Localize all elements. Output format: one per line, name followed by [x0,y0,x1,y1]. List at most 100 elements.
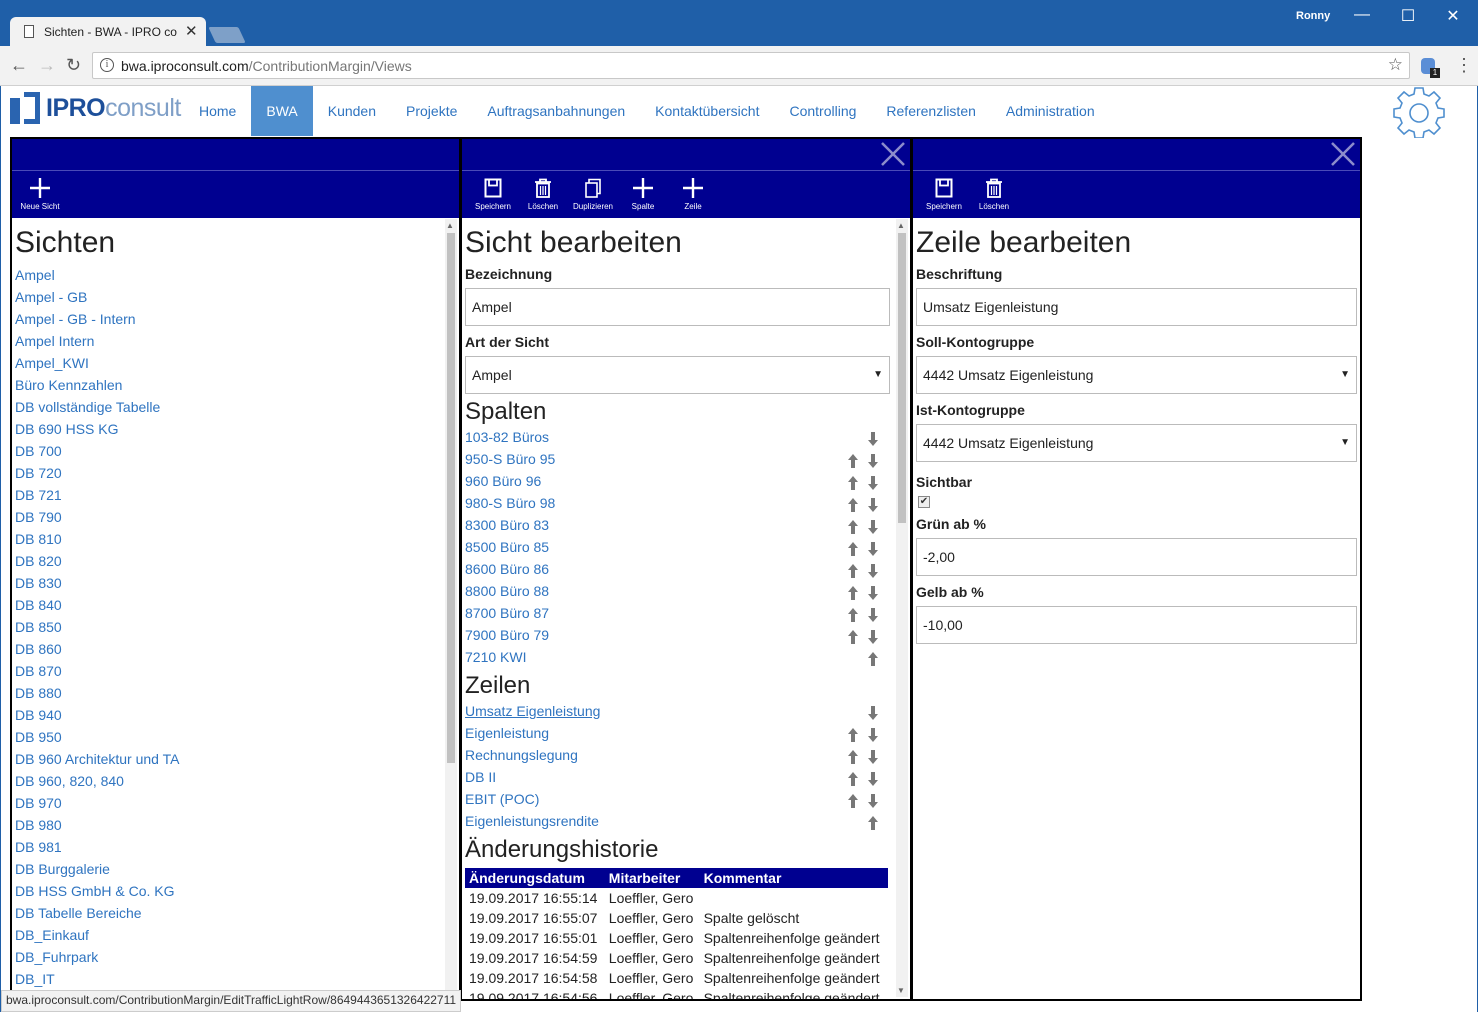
sichtbar-checkbox[interactable]: ✔ [918,496,930,508]
scroll-thumb[interactable] [898,233,906,523]
neuesicht-button[interactable]: Neue Sicht [18,171,62,218]
view-list-item[interactable]: DB 940 [15,704,456,726]
logo[interactable]: IPROconsult [10,91,181,125]
scroll-up-icon[interactable]: ▲ [446,221,454,230]
spalte-button[interactable]: Spalte [618,171,668,218]
nav-item-kunden[interactable]: Kunden [313,86,391,136]
view-list-item[interactable]: DB 720 [15,462,456,484]
view-list-item[interactable]: DB_Fuhrpark [15,946,456,968]
browser-menu-icon[interactable]: ⋮ [1455,55,1473,76]
profile-name[interactable]: Ronny [1296,10,1330,22]
view-list-item[interactable]: DB 980 [15,814,456,836]
column-item-link[interactable]: 8500 Büro 85 [465,539,549,555]
forward-icon[interactable]: → [38,55,56,76]
view-list-item[interactable]: DB 860 [15,638,456,660]
view-list-item[interactable]: Ampel Intern [15,330,456,352]
view-list-item[interactable]: DB 700 [15,440,456,462]
view-list-item[interactable]: DB 690 HSS KG [15,418,456,440]
view-list-item[interactable]: DB vollständige Tabelle [15,396,456,418]
row-item-link[interactable]: Eigenleistungsrendite [465,813,599,829]
view-list-item[interactable]: DB 810 [15,528,456,550]
column-item-link[interactable]: 980-S Büro 98 [465,495,555,511]
column-item-link[interactable]: 950-S Büro 95 [465,451,555,467]
row-item-link[interactable]: Rechnungslegung [465,747,578,763]
view-list-item[interactable]: DB Burggalerie [15,858,456,880]
row-item-link[interactable]: Umsatz Eigenleistung [465,703,600,719]
soll-select[interactable]: 4442 Umsatz Eigenleistung ▼ [916,356,1357,394]
minimize-icon[interactable]: — [1347,6,1377,24]
close-panel-icon[interactable] [880,141,906,167]
view-list-item[interactable]: DB 721 [15,484,456,506]
view-list-item[interactable]: DB 970 [15,792,456,814]
view-list-item[interactable]: Ampel [15,264,456,286]
settings-gear-icon[interactable] [1389,86,1449,138]
nav-item-administration[interactable]: Administration [991,86,1110,136]
nav-item-controlling[interactable]: Controlling [774,86,871,136]
view-list-item[interactable]: DB 950 [15,726,456,748]
nav-item-kontaktübersicht[interactable]: Kontaktübersicht [640,86,774,136]
move-up-icon[interactable] [867,814,879,836]
view-list-item[interactable]: Büro Kennzahlen [15,374,456,396]
window-close-icon[interactable]: ✕ [1438,6,1468,26]
scroll-up-icon[interactable]: ▲ [897,221,905,230]
view-list-item[interactable]: DB 880 [15,682,456,704]
views-scrollbar[interactable]: ▲ [445,219,457,997]
close-panel-icon[interactable] [1330,141,1356,167]
nav-item-bwa[interactable]: BWA [251,86,313,136]
column-item-link[interactable]: 8700 Büro 87 [465,605,549,621]
nav-item-referenzlisten[interactable]: Referenzlisten [871,86,991,136]
row-item-link[interactable]: Eigenleistung [465,725,549,741]
scroll-thumb[interactable] [447,233,455,763]
column-item-link[interactable]: 8800 Büro 88 [465,583,549,599]
view-list-item[interactable]: Ampel_KWI [15,352,456,374]
art-select[interactable]: Ampel ▼ [465,356,890,394]
scroll-down-icon[interactable]: ▼ [897,986,905,995]
löschen-button[interactable]: Löschen [518,171,568,218]
view-list-item[interactable]: DB 840 [15,594,456,616]
row-item-link[interactable]: EBIT (POC) [465,791,539,807]
bezeichnung-input[interactable]: Ampel [465,288,890,326]
tab-close-icon[interactable]: ✕ [185,22,198,40]
info-icon[interactable]: i [100,58,114,72]
speichern-button[interactable]: Speichern [468,171,518,218]
reload-icon[interactable]: ↻ [66,55,81,76]
maximize-icon[interactable]: ☐ [1393,6,1423,26]
beschriftung-input[interactable]: Umsatz Eigenleistung [916,288,1357,326]
view-list-item[interactable]: DB 830 [15,572,456,594]
edit-view-scrollbar[interactable]: ▲ ▼ [896,219,908,997]
new-tab-button[interactable] [208,27,246,43]
view-list-item[interactable]: DB HSS GmbH & Co. KG [15,880,456,902]
bookmark-star-icon[interactable]: ☆ [1388,55,1403,75]
view-list-item[interactable]: DB 981 [15,836,456,858]
browser-tab[interactable]: Sichten - BWA - IPRO co ✕ [10,17,206,47]
ist-select[interactable]: 4442 Umsatz Eigenleistung ▼ [916,424,1357,462]
view-list-item[interactable]: DB 790 [15,506,456,528]
speichern-button[interactable]: Speichern [919,171,969,218]
view-list-item[interactable]: DB 870 [15,660,456,682]
back-icon[interactable]: ← [10,55,28,76]
column-item-link[interactable]: 103-82 Büros [465,429,549,445]
column-item-link[interactable]: 960 Büro 96 [465,473,541,489]
zeile-button[interactable]: Zeile [668,171,718,218]
nav-item-auftragsanbahnungen[interactable]: Auftragsanbahnungen [472,86,640,136]
löschen-button[interactable]: Löschen [969,171,1019,218]
view-list-item[interactable]: DB 850 [15,616,456,638]
nav-item-projekte[interactable]: Projekte [391,86,472,136]
view-list-item[interactable]: DB 960, 820, 840 [15,770,456,792]
column-item-link[interactable]: 8600 Büro 86 [465,561,549,577]
move-up-icon[interactable] [867,650,879,672]
nav-item-home[interactable]: Home [184,86,251,136]
duplizieren-button[interactable]: Duplizieren [568,171,618,218]
column-item-link[interactable]: 7210 KWI [465,649,526,665]
column-item-link[interactable]: 8300 Büro 83 [465,517,549,533]
view-list-item[interactable]: Ampel - GB [15,286,456,308]
view-list-item[interactable]: DB 960 Architektur und TA [15,748,456,770]
view-list-item[interactable]: DB Tabelle Bereiche [15,902,456,924]
view-list-item[interactable]: Ampel - GB - Intern [15,308,456,330]
row-item-link[interactable]: DB II [465,769,496,785]
view-list-item[interactable]: DB_Einkauf [15,924,456,946]
view-list-item[interactable]: DB 820 [15,550,456,572]
view-list-item[interactable]: DB_IT [15,968,456,990]
address-bar[interactable]: i bwa.iproconsult.com/ContributionMargin… [92,52,1410,79]
column-item-link[interactable]: 7900 Büro 79 [465,627,549,643]
